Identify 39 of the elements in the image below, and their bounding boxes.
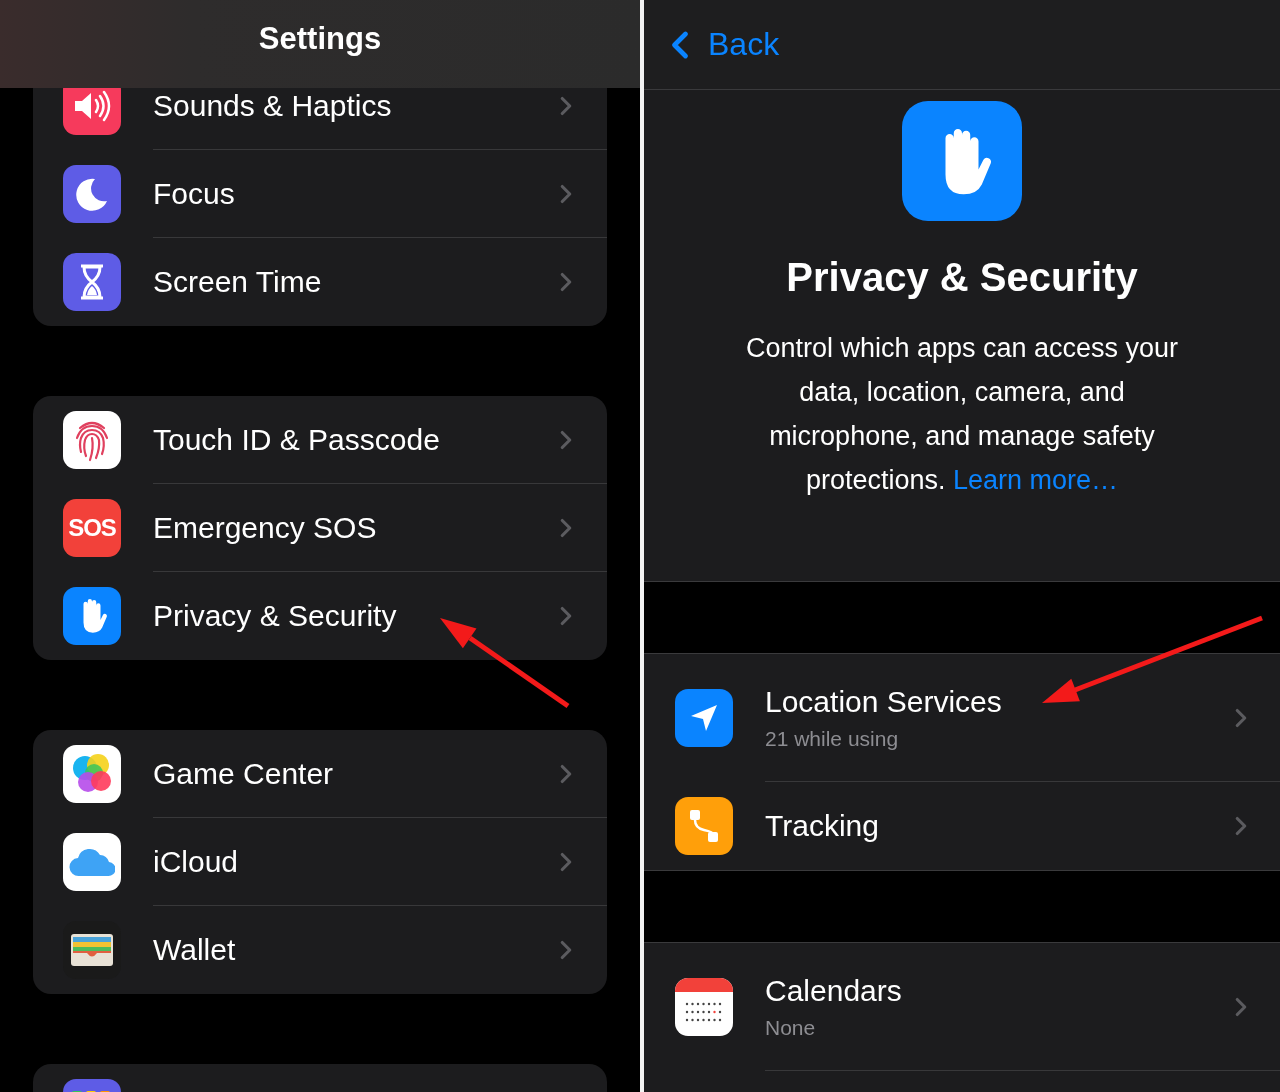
row-label: Tracking <box>765 809 880 843</box>
row-label: Sounds & Haptics <box>153 88 393 123</box>
screen-title: Settings <box>258 21 382 57</box>
row-label: Calendars <box>765 973 903 1008</box>
row-label: Focus <box>153 176 236 211</box>
location-arrow-icon <box>689 703 719 733</box>
row-label: Location Services <box>765 684 1003 719</box>
row-label: iCloud <box>153 844 240 879</box>
settings-row[interactable]: Calendars None <box>644 943 1280 1071</box>
icon-label: SOS <box>68 514 116 542</box>
moon-icon <box>75 177 109 211</box>
learn-more-link[interactable]: Learn more… <box>953 465 1119 495</box>
settings-row[interactable]: Location Services 21 while using <box>644 654 1280 782</box>
settings-row[interactable]: Wallet <box>33 906 607 994</box>
path-icon <box>687 807 721 845</box>
settings-row[interactable]: Focus <box>33 150 607 238</box>
settings-row[interactable]: Touch ID & Passcode <box>33 396 607 484</box>
settings-row[interactable]: SOS Emergency SOS <box>33 484 607 572</box>
page-title: Privacy & Security <box>786 255 1138 300</box>
settings-row[interactable]: Screen Time <box>33 238 607 326</box>
row-detail: 21 while using <box>765 726 900 751</box>
settings-row[interactable]: Game Center <box>33 730 607 818</box>
row-label: Touch ID & Passcode <box>153 422 441 457</box>
calendar-icon <box>675 978 733 1036</box>
row-label: Privacy & Security <box>153 599 398 633</box>
hourglass-icon <box>79 264 105 300</box>
speaker-icon <box>72 90 112 122</box>
settings-row[interactable]: iCloud <box>33 818 607 906</box>
row-detail: None <box>765 1015 817 1040</box>
row-label: Emergency SOS <box>153 510 378 545</box>
cloud-icon <box>69 847 115 877</box>
row-label: Wallet <box>153 933 237 967</box>
settings-row[interactable]: Tracking <box>644 782 1280 870</box>
settings-row[interactable]: Sounds & Haptics <box>33 88 607 150</box>
description: Control which apps can access your data, location, camera, and microphone, and manage safety protections. Learn more… <box>744 332 1180 497</box>
row-label: Screen Time <box>153 265 323 299</box>
wallet-icon <box>70 933 114 967</box>
back-button[interactable]: Back <box>658 22 780 67</box>
row-label: Game Center <box>153 756 335 791</box>
